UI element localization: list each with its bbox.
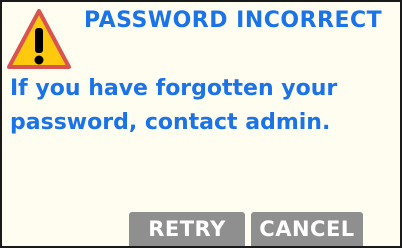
dialog-message: If you have forgotten your password, con… [10,72,390,140]
password-incorrect-dialog: PASSWORD INCORRECT If you have forgotten… [0,0,402,248]
dialog-title: PASSWORD INCORRECT [84,8,383,33]
warning-icon [7,9,71,69]
message-line-1: If you have forgotten your [10,76,338,101]
retry-button[interactable]: RETRY [129,212,245,246]
message-line-2: password, contact admin. [10,110,331,135]
cancel-button[interactable]: CANCEL [251,212,363,246]
